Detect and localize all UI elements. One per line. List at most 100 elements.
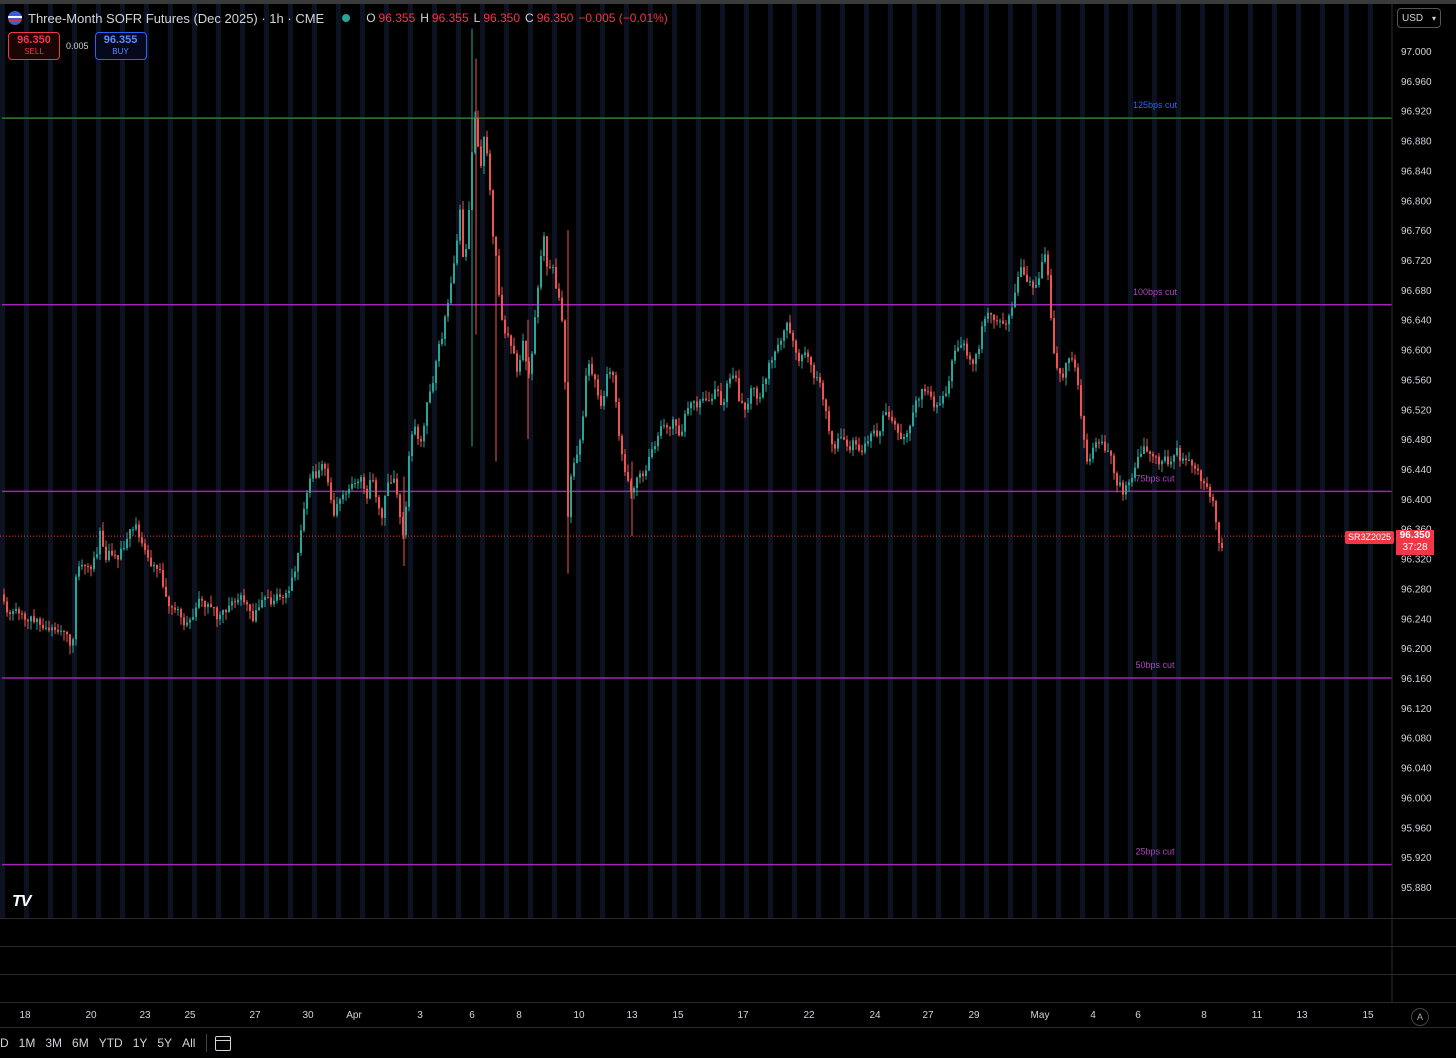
candle-body — [1152, 453, 1154, 457]
x-tick-label: 17 — [737, 1010, 749, 1021]
session-band — [144, 4, 149, 918]
ohlc-readout: O 96.355 H 96.355 L 96.350 C 96.350 −0.005 (… — [366, 11, 670, 25]
y-tick-label: 96.240 — [1401, 614, 1432, 625]
candle-body — [600, 395, 602, 406]
candle-body — [261, 599, 263, 608]
candle-body — [702, 398, 704, 401]
candle-body — [750, 388, 752, 404]
buy-button[interactable]: 96.355 BUY — [94, 32, 147, 60]
candle-body — [645, 470, 647, 476]
auto-scale-button[interactable]: A — [1411, 1008, 1429, 1026]
candle-body — [222, 609, 224, 615]
candle-body — [9, 612, 11, 615]
candle-body — [777, 344, 779, 352]
session-band — [888, 4, 893, 918]
candle-body — [333, 499, 335, 516]
candle-body — [1221, 542, 1223, 548]
sell-button[interactable]: 96.350 SELL — [8, 32, 60, 60]
candle-body — [678, 425, 680, 436]
x-tick-label: 22 — [803, 1010, 815, 1021]
candle-body — [348, 488, 350, 494]
candle-body — [24, 613, 26, 620]
candle-body — [912, 412, 914, 426]
candle-body — [969, 355, 971, 360]
candle-body — [1170, 461, 1172, 465]
chevron-down-icon: ▾ — [1431, 13, 1436, 23]
candle-body — [741, 401, 743, 403]
session-band — [24, 4, 29, 918]
x-tick-label: 6 — [469, 1010, 475, 1021]
candle-body — [1188, 460, 1190, 462]
candle-body — [594, 374, 596, 380]
candle-body — [408, 455, 410, 507]
range-button[interactable]: 5Y — [152, 1036, 177, 1050]
range-button[interactable]: 1Y — [128, 1036, 153, 1050]
session-band — [1080, 4, 1085, 918]
candle-body — [897, 424, 899, 433]
candle-body — [798, 352, 800, 362]
candle-body — [1173, 455, 1175, 462]
candle-body — [51, 627, 53, 631]
candle-body — [951, 360, 953, 382]
candle-body — [441, 338, 443, 344]
calendar-goto-icon[interactable] — [215, 1035, 232, 1051]
candle-body — [666, 425, 668, 428]
candle-body — [924, 388, 926, 392]
candle-body — [30, 616, 32, 622]
session-band — [840, 4, 845, 918]
candle-body — [288, 590, 290, 594]
session-band — [360, 4, 365, 918]
range-button[interactable]: YTD — [94, 1036, 128, 1050]
candle-body — [618, 402, 620, 436]
session-band — [936, 4, 941, 918]
change-value: −0.005 (−0.01%) — [578, 11, 668, 25]
range-button[interactable]: 3M — [40, 1036, 67, 1050]
chart-plot[interactable]: 125bps cut 100bps cut 75bps cut 50bps cut 25… — [0, 0, 1456, 1058]
candle-body — [732, 375, 734, 379]
candle-body — [816, 377, 818, 379]
session-band — [192, 4, 197, 918]
candle-body — [1086, 439, 1088, 462]
candle-body — [648, 456, 650, 471]
candle-body — [39, 618, 41, 625]
candle-body — [813, 364, 815, 378]
candle-body — [633, 488, 635, 493]
candle-body — [684, 413, 686, 432]
candle-body — [345, 493, 347, 495]
candle-body — [1074, 359, 1076, 368]
candle-body — [1029, 281, 1031, 283]
range-button[interactable]: All — [177, 1036, 200, 1050]
range-button[interactable]: D — [0, 1036, 14, 1050]
candle-body — [1179, 447, 1181, 461]
low-value: 96.350 — [483, 11, 521, 25]
range-button[interactable]: 1M — [14, 1036, 41, 1050]
candle-body — [99, 530, 101, 555]
session-band — [0, 4, 5, 918]
session-band — [1368, 4, 1373, 918]
candle-body — [1146, 446, 1148, 452]
candle-body — [624, 454, 626, 472]
currency-selector[interactable]: USD ▾ — [1397, 8, 1441, 28]
session-band — [744, 4, 749, 918]
candle-body — [1107, 450, 1109, 452]
range-button[interactable]: 6M — [67, 1036, 94, 1050]
candle-body — [900, 432, 902, 440]
candle-body — [306, 492, 308, 509]
session-band — [1104, 4, 1109, 918]
candle-body — [864, 443, 866, 453]
candle-body — [465, 248, 467, 257]
symbol-title[interactable]: Three-Month SOFR Futures (Dec 2025) · 1h… — [28, 11, 324, 26]
candle-body — [468, 209, 470, 249]
candle-body — [807, 352, 809, 357]
candle-body — [189, 619, 191, 623]
currency-label: USD — [1402, 12, 1424, 24]
candle-body — [726, 383, 728, 402]
candle-body — [627, 471, 629, 481]
session-band — [168, 4, 173, 918]
bar-countdown: 37:28 — [1402, 542, 1428, 553]
candle-body — [588, 363, 590, 376]
x-tick-label: 25 — [184, 1010, 196, 1021]
candle-body — [15, 608, 17, 612]
candle-body — [1101, 441, 1103, 444]
candle-body — [498, 255, 500, 295]
